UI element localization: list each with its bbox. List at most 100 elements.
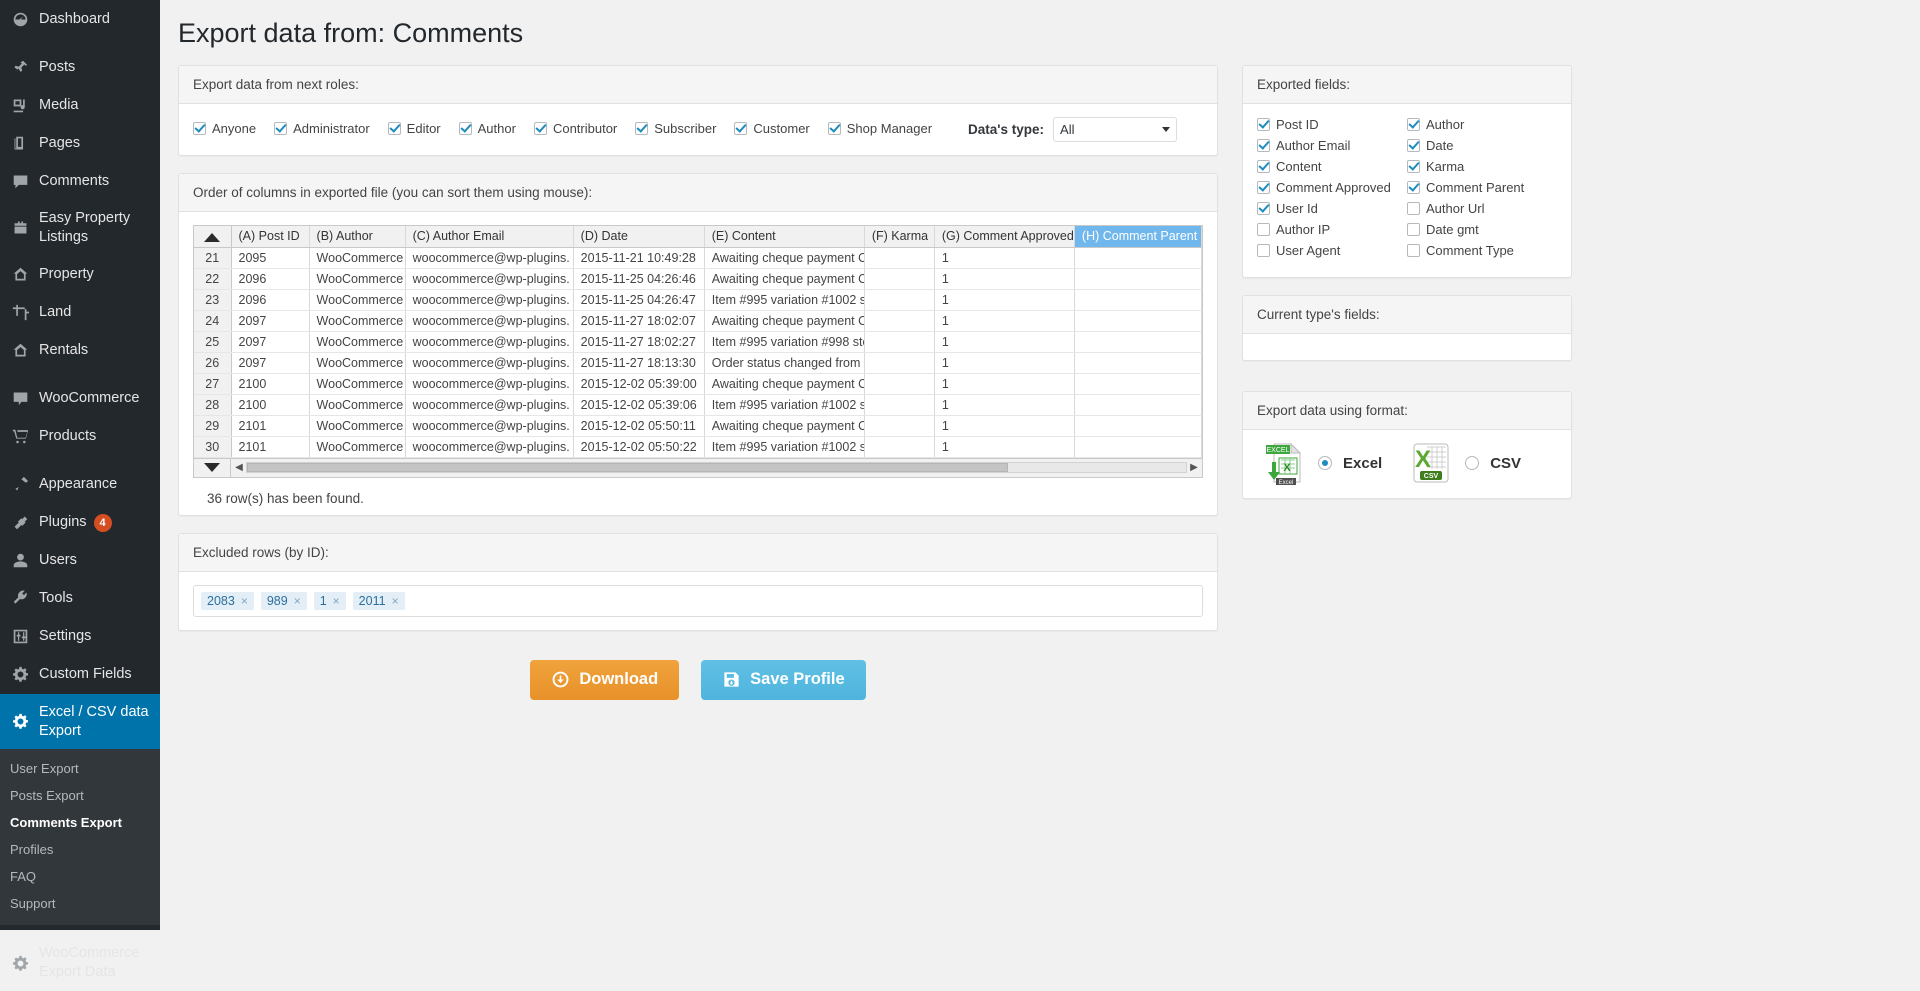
column-header-d[interactable]: (D) Date xyxy=(573,226,705,248)
sidebar-item-woocommerce[interactable]: WooCommerce xyxy=(0,380,160,418)
remove-tag-icon[interactable]: × xyxy=(294,594,301,608)
checkbox-checked-icon[interactable] xyxy=(193,122,206,136)
column-header-g[interactable]: (G) Comment Approved xyxy=(934,226,1075,248)
cell-post_id[interactable]: 2096 xyxy=(231,268,310,290)
checkbox-checked-icon[interactable] xyxy=(734,122,748,136)
cell-post_id[interactable]: 2100 xyxy=(231,373,310,395)
scroll-right-icon[interactable]: ▶ xyxy=(1187,459,1201,477)
cell-karma[interactable] xyxy=(864,415,935,437)
cell-approved[interactable]: 1 xyxy=(934,394,1075,416)
cell-approved[interactable]: 1 xyxy=(934,310,1075,332)
cell-email[interactable]: woocommerce@wp-plugins. xyxy=(405,394,574,416)
cell-approved[interactable]: 1 xyxy=(934,331,1075,353)
field-checkbox-author-ip[interactable]: Author IP xyxy=(1257,222,1407,237)
sidebar-item-media[interactable]: Media xyxy=(0,86,160,124)
cell-karma[interactable] xyxy=(864,310,935,332)
cell-author[interactable]: WooCommerce xyxy=(309,310,406,332)
scrollbar-track[interactable] xyxy=(246,462,1187,474)
cell-author[interactable]: WooCommerce xyxy=(309,415,406,437)
cell-email[interactable]: woocommerce@wp-plugins. xyxy=(405,436,574,458)
download-button[interactable]: Download xyxy=(530,659,680,700)
row-index[interactable]: 30 xyxy=(194,436,232,458)
excluded-rows-input[interactable]: 2083 × 989 × 1 × 2011 × xyxy=(193,584,1203,617)
cell-content[interactable]: Item #995 variation #1002 st xyxy=(704,394,865,416)
cell-date[interactable]: 2015-12-02 05:39:00 xyxy=(573,373,705,395)
submenu-item-profiles[interactable]: Profiles xyxy=(0,836,160,863)
field-checkbox-author-email[interactable]: Author Email xyxy=(1257,138,1407,153)
sidebar-item-woocommerce-export-data[interactable]: WooCommerce Export Data xyxy=(0,935,160,991)
role-checkbox-shop-manager[interactable]: Shop Manager xyxy=(827,121,932,136)
cell-post_id[interactable]: 2096 xyxy=(231,289,310,311)
cell-email[interactable]: woocommerce@wp-plugins. xyxy=(405,415,574,437)
row-index[interactable]: 23 xyxy=(194,289,232,311)
cell-post_id[interactable]: 2101 xyxy=(231,436,310,458)
cell-parent[interactable] xyxy=(1074,268,1203,290)
cell-karma[interactable] xyxy=(864,352,935,374)
cell-content[interactable]: Awaiting cheque payment Or xyxy=(704,268,865,290)
checkbox-unchecked-icon[interactable] xyxy=(1257,223,1270,237)
row-index[interactable]: 28 xyxy=(194,394,232,416)
excluded-row-tag[interactable]: 989 × xyxy=(260,591,307,610)
checkbox-checked-icon[interactable] xyxy=(274,122,288,136)
cell-parent[interactable] xyxy=(1074,415,1203,437)
submenu-item-support[interactable]: Support xyxy=(0,890,160,917)
cell-content[interactable]: Awaiting cheque payment Or xyxy=(704,373,865,395)
cell-author[interactable]: WooCommerce xyxy=(309,247,406,269)
sidebar-item-tools[interactable]: Tools xyxy=(0,580,160,618)
cell-approved[interactable]: 1 xyxy=(934,373,1075,395)
checkbox-checked-icon[interactable] xyxy=(1257,139,1270,153)
row-index[interactable]: 27 xyxy=(194,373,232,395)
table-row[interactable]: 27 2100 WooCommerce woocommerce@wp-plugins.… xyxy=(194,373,1203,395)
role-checkbox-administrator[interactable]: Administrator xyxy=(274,121,370,136)
cell-date[interactable]: 2015-11-21 10:49:28 xyxy=(573,247,705,269)
checkbox-checked-icon[interactable] xyxy=(458,122,472,136)
submenu-item-faq[interactable]: FAQ xyxy=(0,863,160,890)
cell-content[interactable]: Item #995 variation #1002 st xyxy=(704,289,865,311)
table-row[interactable]: 22 2096 WooCommerce woocommerce@wp-plugins.… xyxy=(194,268,1203,290)
column-header-e[interactable]: (E) Content xyxy=(704,226,865,248)
field-checkbox-date-gmt[interactable]: Date gmt xyxy=(1407,222,1557,237)
sidebar-item-easy-property-listings[interactable]: Easy Property Listings xyxy=(0,200,160,256)
datatype-select[interactable]: All xyxy=(1053,117,1178,143)
cell-date[interactable]: 2015-11-25 04:26:46 xyxy=(573,268,705,290)
sidebar-item-land[interactable]: Land xyxy=(0,294,160,332)
cell-parent[interactable] xyxy=(1074,373,1203,395)
cell-post_id[interactable]: 2100 xyxy=(231,394,310,416)
cell-author[interactable]: WooCommerce xyxy=(309,373,406,395)
column-header-h[interactable]: (H) Comment Parent xyxy=(1074,226,1203,248)
excluded-row-tag[interactable]: 2083 × xyxy=(201,591,254,610)
cell-email[interactable]: woocommerce@wp-plugins. xyxy=(405,268,574,290)
submenu-item-posts-export[interactable]: Posts Export xyxy=(0,782,160,809)
checkbox-checked-icon[interactable] xyxy=(1407,160,1420,174)
role-checkbox-author[interactable]: Author xyxy=(458,121,516,136)
cell-parent[interactable] xyxy=(1074,394,1203,416)
submenu-item-comments-export[interactable]: Comments Export xyxy=(0,809,160,836)
excluded-row-tag[interactable]: 2011 × xyxy=(352,591,405,610)
cell-approved[interactable]: 1 xyxy=(934,436,1075,458)
remove-tag-icon[interactable]: × xyxy=(333,594,340,608)
cell-date[interactable]: 2015-11-27 18:02:07 xyxy=(573,310,705,332)
cell-post_id[interactable]: 2097 xyxy=(231,310,310,332)
cell-date[interactable]: 2015-11-27 18:02:27 xyxy=(573,331,705,353)
cell-karma[interactable] xyxy=(864,268,935,290)
cell-approved[interactable]: 1 xyxy=(934,268,1075,290)
checkbox-checked-icon[interactable] xyxy=(1407,181,1420,195)
checkbox-unchecked-icon[interactable] xyxy=(1407,202,1420,216)
field-checkbox-author-url[interactable]: Author Url xyxy=(1407,201,1557,216)
checkbox-unchecked-icon[interactable] xyxy=(1257,244,1270,258)
column-header-c[interactable]: (C) Author Email xyxy=(405,226,574,248)
cell-parent[interactable] xyxy=(1074,310,1203,332)
cell-email[interactable]: woocommerce@wp-plugins. xyxy=(405,247,574,269)
checkbox-checked-icon[interactable] xyxy=(533,122,547,136)
field-checkbox-karma[interactable]: Karma xyxy=(1407,159,1557,174)
sidebar-item-custom-fields[interactable]: Custom Fields xyxy=(0,656,160,694)
cell-email[interactable]: woocommerce@wp-plugins. xyxy=(405,289,574,311)
table-row[interactable]: 28 2100 WooCommerce woocommerce@wp-plugins.… xyxy=(194,394,1203,416)
checkbox-checked-icon[interactable] xyxy=(827,122,841,136)
cell-karma[interactable] xyxy=(864,436,935,458)
row-index[interactable]: 26 xyxy=(194,352,232,374)
remove-tag-icon[interactable]: × xyxy=(241,594,248,608)
sort-ascending-button[interactable] xyxy=(194,226,232,248)
cell-post_id[interactable]: 2097 xyxy=(231,331,310,353)
cell-author[interactable]: WooCommerce xyxy=(309,289,406,311)
